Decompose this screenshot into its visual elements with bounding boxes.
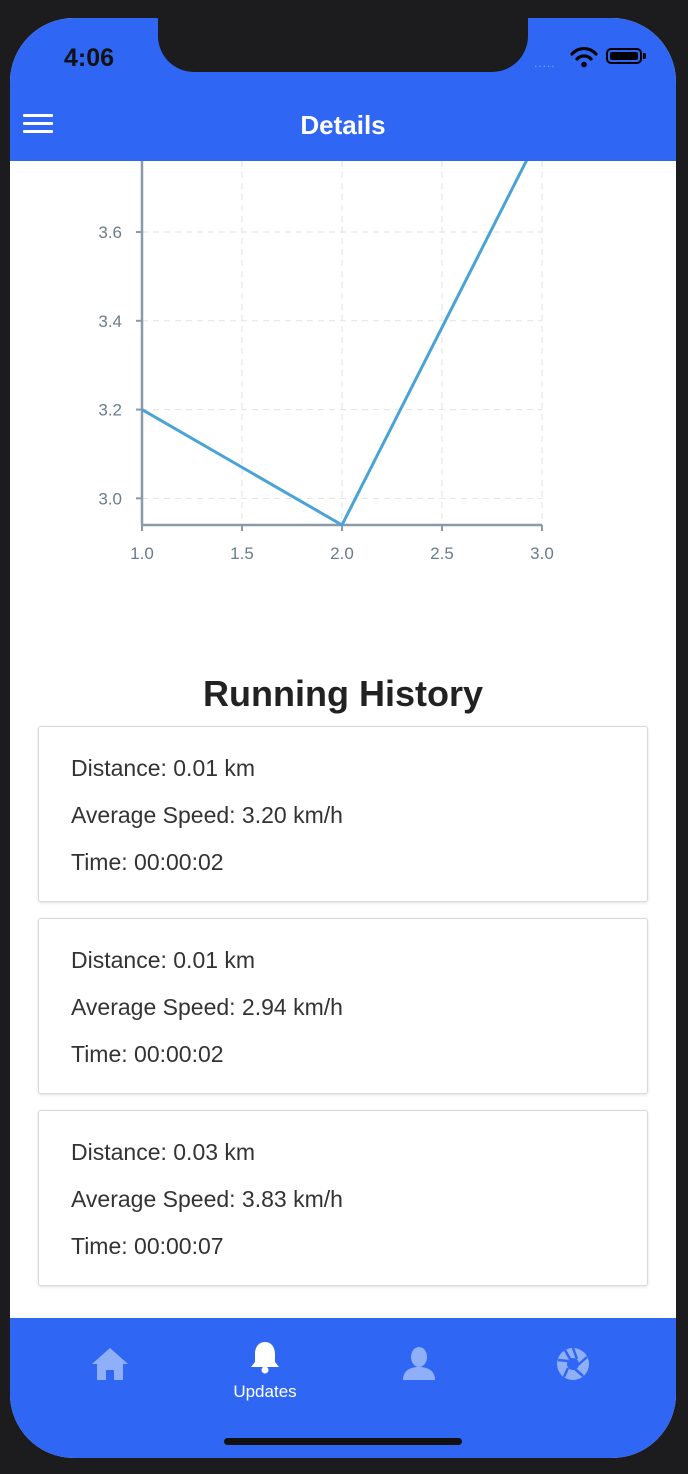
history-distance: Distance: 0.01 km [71, 947, 256, 973]
tab-profile[interactable] [374, 1340, 464, 1400]
history-distance: Distance: 0.01 km [71, 755, 256, 781]
wifi-icon [570, 47, 598, 68]
history-card: Distance: 0.01 km Average Speed: 2.94 km… [38, 918, 648, 1094]
history-speed: Average Speed: 2.94 km/h [71, 994, 343, 1020]
aperture-icon [557, 1347, 589, 1380]
history-time: Time: 00:00:02 [71, 849, 224, 875]
person-icon [403, 1347, 435, 1380]
y-tick-label: 3.0 [98, 489, 122, 508]
history-speed: Average Speed: 3.20 km/h [71, 802, 343, 828]
tab-updates[interactable]: Updates [220, 1340, 310, 1401]
home-icon [92, 1348, 128, 1380]
home-indicator[interactable] [224, 1438, 462, 1445]
tab-home[interactable] [65, 1340, 155, 1400]
signal-icon: ..... [534, 56, 556, 70]
y-tick-label: 3.4 [98, 312, 122, 331]
history-card: Distance: 0.03 km Average Speed: 3.83 km… [38, 1110, 648, 1286]
battery-tip [643, 53, 646, 59]
tab-camera[interactable] [528, 1340, 618, 1400]
y-tick-label: 3.6 [98, 223, 122, 242]
x-tick-label: 1.0 [130, 544, 154, 563]
speed-chart: 1.0 1.5 2.0 2.5 3.0 3.0 3.2 3.4 3.6 [98, 161, 554, 563]
content-area: 1.0 1.5 2.0 2.5 3.0 3.0 3.2 3.4 3.6 Running Hist… [10, 161, 676, 1318]
y-tick-label: 3.2 [98, 401, 122, 420]
battery-icon [606, 48, 642, 64]
x-tick-label: 3.0 [530, 544, 554, 563]
tab-bar: Updates [10, 1318, 676, 1458]
x-tick-label: 2.0 [330, 544, 354, 563]
notch [158, 18, 528, 72]
page-title: Details [300, 110, 386, 140]
history-speed: Average Speed: 3.83 km/h [71, 1186, 343, 1212]
history-time: Time: 00:00:07 [71, 1233, 224, 1259]
x-tick-label: 2.5 [430, 544, 454, 563]
running-history-title: Running History [203, 673, 483, 714]
bell-icon [251, 1342, 279, 1374]
history-time: Time: 00:00:02 [71, 1041, 224, 1067]
phone-screen: 4:06 ..... Details 1.0 1.5 2.0 2.5 3.0 3.0 3.2… [10, 18, 676, 1458]
status-time: 4:06 [64, 44, 115, 72]
history-distance: Distance: 0.03 km [71, 1139, 256, 1165]
tab-updates-label: Updates [233, 1382, 297, 1401]
history-card: Distance: 0.01 km Average Speed: 3.20 km… [38, 726, 648, 902]
header-bar: 4:06 ..... Details [10, 18, 676, 161]
x-tick-label: 1.5 [230, 544, 254, 563]
